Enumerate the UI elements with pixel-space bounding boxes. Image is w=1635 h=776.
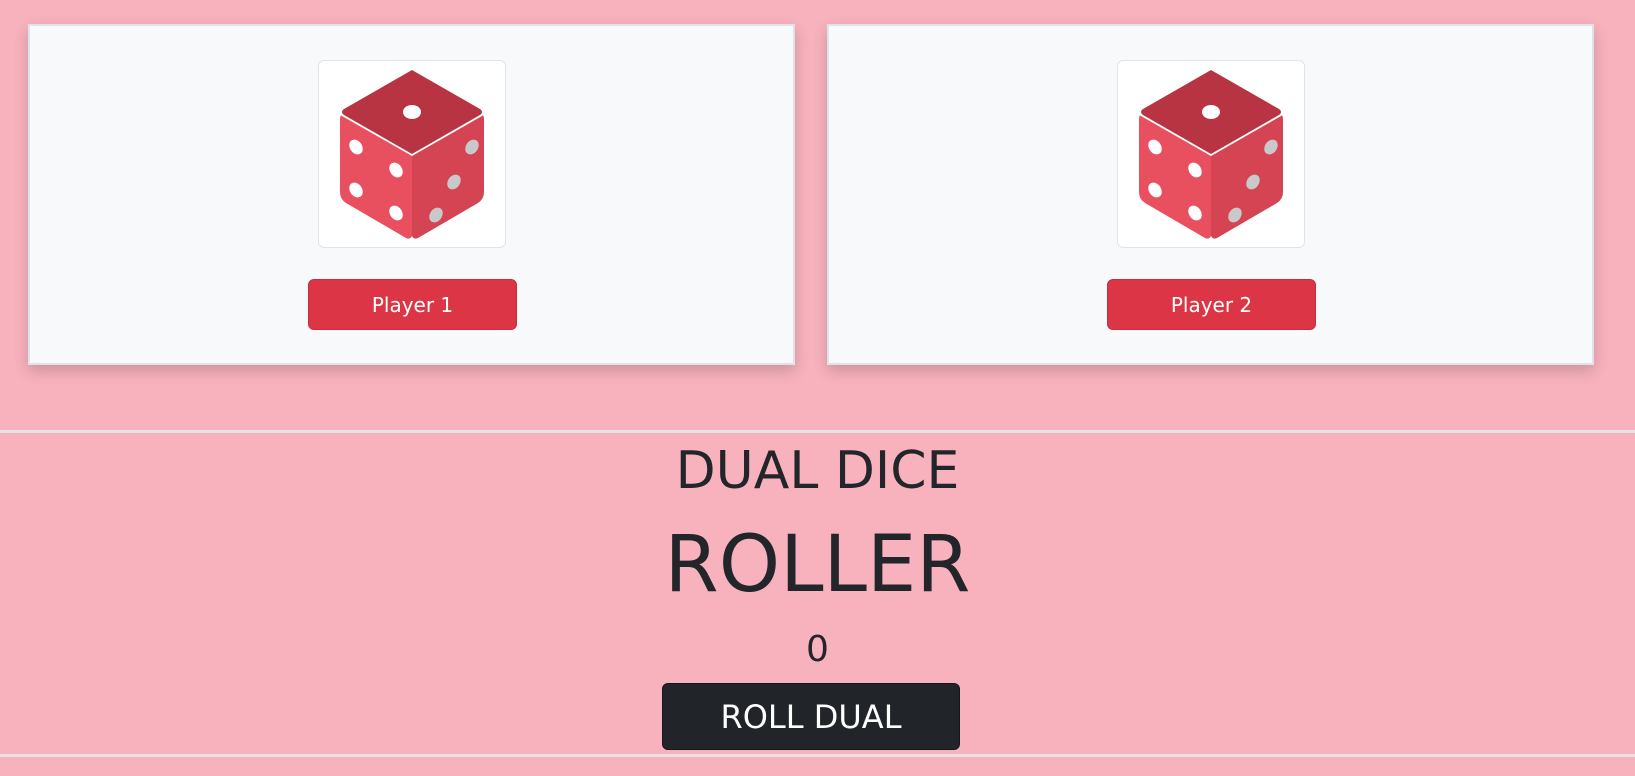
dice-icon <box>1139 70 1283 239</box>
dice-icon <box>340 70 484 239</box>
player-2-die <box>1117 60 1305 248</box>
player-1-button[interactable]: Player 1 <box>308 279 517 330</box>
player-cards-row: Player 1 Player 2 <box>0 0 1635 420</box>
divider-top <box>0 430 1635 433</box>
player-1-die <box>318 60 506 248</box>
title-line-1: DUAL DICE <box>675 441 960 501</box>
roll-dual-button[interactable]: ROLL DUAL <box>662 683 960 750</box>
player-2-card: Player 2 <box>827 24 1594 365</box>
player-2-button[interactable]: Player 2 <box>1107 279 1316 330</box>
score-display: 0 <box>806 629 829 670</box>
divider-bottom <box>0 754 1635 757</box>
player-1-card: Player 1 <box>28 24 795 365</box>
title-line-2: ROLLER <box>664 520 971 610</box>
